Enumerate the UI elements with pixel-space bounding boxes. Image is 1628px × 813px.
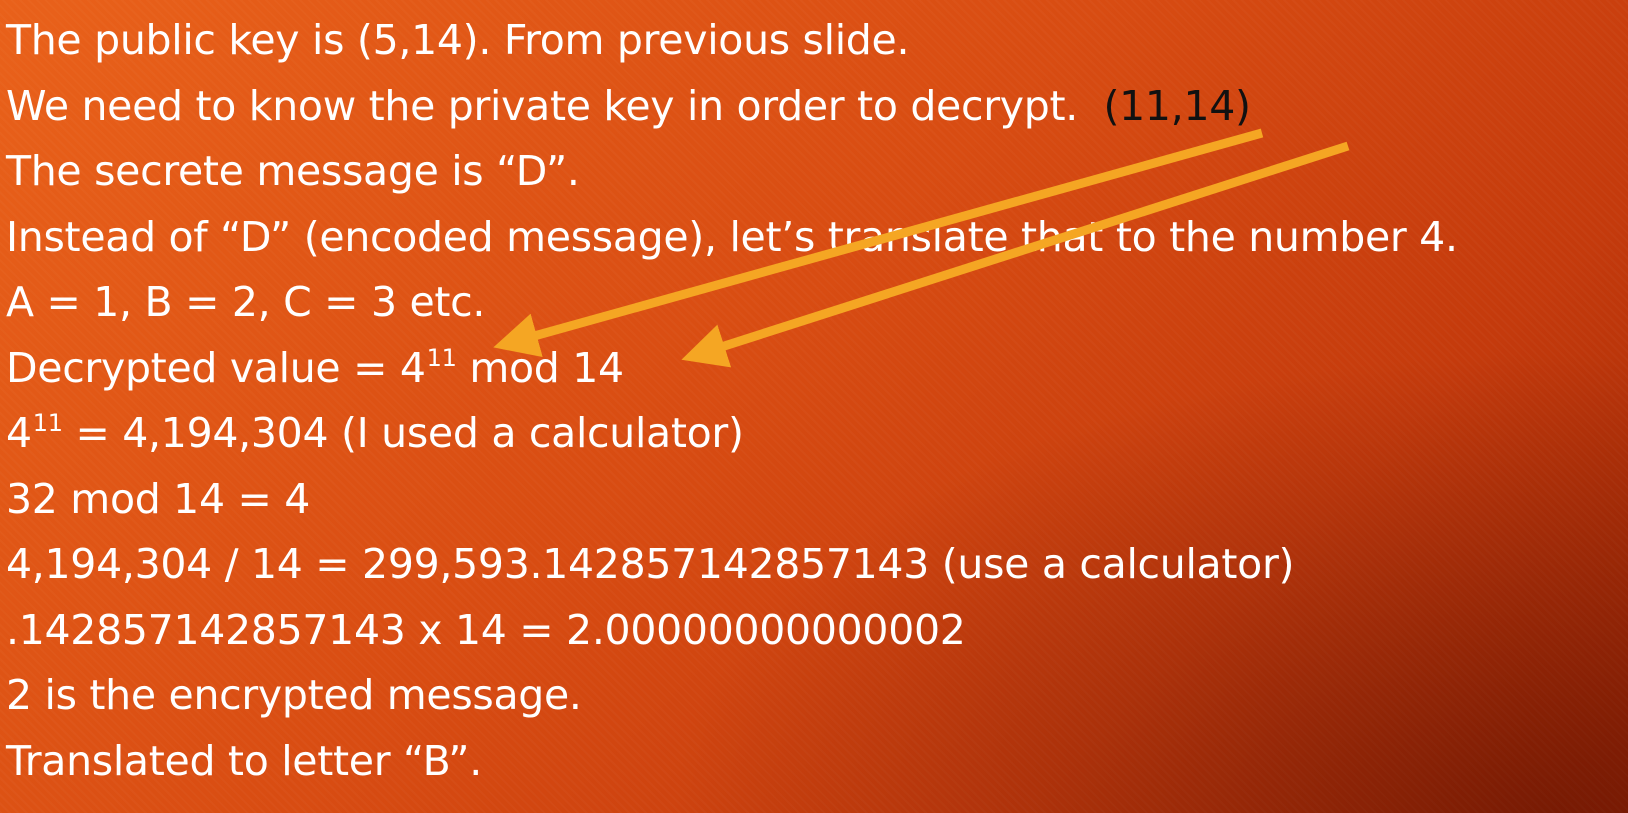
decrypted-value-prefix: Decrypted value = 4 — [6, 343, 426, 392]
text-line-public-key: The public key is (5,14). From previous … — [6, 8, 1458, 74]
alphabet-mapping-text: A = 1, B = 2, C = 3 etc. — [6, 278, 486, 326]
text-line-private-key: We need to know the private key in order… — [6, 74, 1458, 140]
power-result-text: = 4,194,304 (I used a calculator) — [62, 409, 744, 457]
text-line-translate: Instead of “D” (encoded message), let’s … — [6, 205, 1458, 271]
private-key-text: We need to know the private key in order… — [6, 81, 1078, 130]
division-text: 4,194,304 / 14 = 299,593.142857142857143… — [6, 540, 1295, 588]
text-line-division: 4,194,304 / 14 = 299,593.142857142857143… — [6, 532, 1458, 598]
private-key-label: (11,14) — [1103, 81, 1251, 130]
text-line-encrypted-message: 2 is the encrypted message. — [6, 663, 1458, 729]
encrypted-message-text: 2 is the encrypted message. — [6, 671, 582, 719]
public-key-text: The public key is (5,14). From previous … — [6, 16, 910, 64]
translate-text: Instead of “D” (encoded message), let’s … — [6, 212, 1458, 261]
text-line-decrypted-value: Decrypted value = 411 mod 14 — [6, 336, 1458, 402]
remainder-text: .142857142857143 x 14 = 2.00000000000002 — [6, 605, 966, 654]
power-exponent: 11 — [32, 409, 63, 437]
text-line-power-result: 411 = 4,194,304 (I used a calculator) — [6, 401, 1458, 467]
text-line-translated-letter: Translated to letter “B”. — [6, 729, 1458, 795]
power-base: 4 — [6, 409, 32, 457]
text-line-secret-message: The secrete message is “D”. — [6, 139, 1458, 205]
text-line-remainder: .142857142857143 x 14 = 2.00000000000002 — [6, 598, 1458, 664]
translated-letter-text: Translated to letter “B”. — [6, 736, 482, 785]
secret-message-text: The secrete message is “D”. — [6, 147, 580, 195]
text-line-mod-result: 32 mod 14 = 4 — [6, 467, 1458, 533]
decrypted-value-exponent: 11 — [426, 343, 457, 372]
mod-result-text: 32 mod 14 = 4 — [6, 474, 311, 523]
text-line-alphabet: A = 1, B = 2, C = 3 etc. — [6, 270, 1458, 336]
decrypted-value-suffix: mod 14 — [456, 343, 624, 392]
slide-body: The public key is (5,14). From previous … — [6, 8, 1458, 794]
